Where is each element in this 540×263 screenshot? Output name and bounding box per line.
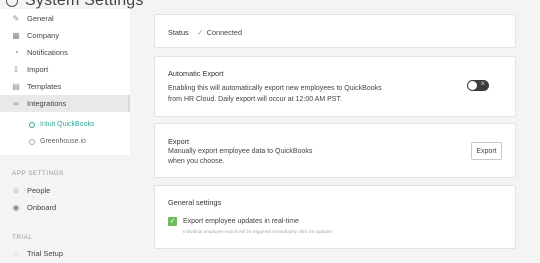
sidebar-item-integrations[interactable]: ∞ Integrations — [0, 95, 130, 112]
status-label: Status — [168, 28, 189, 37]
export-desc-2: when you choose. — [168, 158, 225, 165]
automatic-export-card: Automatic Export Enabling this will auto… — [154, 56, 516, 117]
general-settings-title: General settings — [168, 198, 222, 207]
app-settings-heading: APP SETTINGS — [12, 170, 64, 177]
import-icon: ⇩ — [12, 64, 20, 74]
sidebar-item-label: People — [27, 186, 51, 195]
realtime-export-checkbox[interactable]: ✓ — [168, 217, 177, 226]
realtime-export-hint: Individual employee export will be trigg… — [183, 229, 332, 234]
sidebar-subitem-greenhouse[interactable]: Greenhouse.io — [0, 133, 130, 150]
realtime-export-label: Export employee updates in real-time — [183, 218, 299, 225]
sidebar-item-import[interactable]: ⇩ Import — [0, 61, 130, 78]
wrench-icon: ✎ — [12, 13, 20, 23]
automatic-export-desc-2: from HR Cloud. Daily export will occur a… — [168, 96, 342, 103]
sidebar-item-label: Templates — [27, 82, 62, 91]
sidebar-item-label: Integrations — [27, 99, 67, 108]
onboard-icon: ◉ — [12, 202, 20, 212]
building-icon: ▦ — [12, 30, 20, 40]
sidebar-item-company[interactable]: ▦ Company — [0, 27, 130, 44]
status-card: Status ✓ Connected — [154, 14, 516, 48]
sidebar-item-label: Import — [27, 65, 49, 74]
sidebar: ✎ General ▦ Company ◔ Notifications ⇩ Im… — [0, 0, 130, 263]
people-icon: ☺ — [12, 185, 21, 195]
setup-icon: ◌ — [13, 248, 19, 258]
link-icon: ∞ — [13, 98, 19, 108]
template-icon: ▤ — [12, 81, 20, 91]
sidebar-item-label: Notifications — [27, 48, 68, 57]
circle-icon — [29, 138, 35, 145]
sidebar-subitem-quickbooks[interactable]: Intuit QuickBooks — [0, 116, 130, 133]
automatic-export-toggle[interactable]: × — [467, 79, 489, 91]
automatic-export-title: Automatic Export — [168, 69, 224, 78]
close-icon: × — [480, 79, 485, 88]
toggle-knob — [468, 81, 477, 90]
sidebar-item-people[interactable]: ☺ People — [0, 182, 130, 199]
check-icon: ✓ — [197, 28, 204, 37]
sidebar-item-onboard[interactable]: ◉ Onboard — [0, 199, 130, 216]
export-title: Export — [168, 137, 190, 146]
export-button[interactable]: Export — [471, 142, 502, 160]
sidebar-item-label: Trial Setup — [27, 249, 63, 258]
sidebar-item-templates[interactable]: ▤ Templates — [0, 78, 130, 95]
sidebar-subitem-label: Greenhouse.io — [40, 138, 86, 145]
sidebar-item-label: Company — [27, 31, 60, 40]
status-text: Connected — [206, 28, 242, 37]
sidebar-item-general[interactable]: ✎ General — [0, 10, 130, 27]
sidebar-item-notifications[interactable]: ◔ Notifications — [0, 44, 130, 61]
sidebar-item-trial-setup[interactable]: ◌ Trial Setup — [0, 245, 130, 262]
sidebar-subitem-label: Intuit QuickBooks — [40, 121, 95, 128]
general-settings-card: General settings ✓ Export employee updat… — [154, 185, 516, 249]
trial-heading: TRIAL — [12, 234, 33, 241]
export-card: Export Manually export employee data to … — [154, 123, 516, 178]
status-value: ✓ Connected — [197, 28, 242, 37]
sidebar-item-label: General — [27, 14, 54, 23]
circle-icon — [29, 121, 35, 128]
sidebar-item-label: Onboard — [27, 203, 57, 212]
bell-icon: ◔ — [13, 47, 19, 57]
